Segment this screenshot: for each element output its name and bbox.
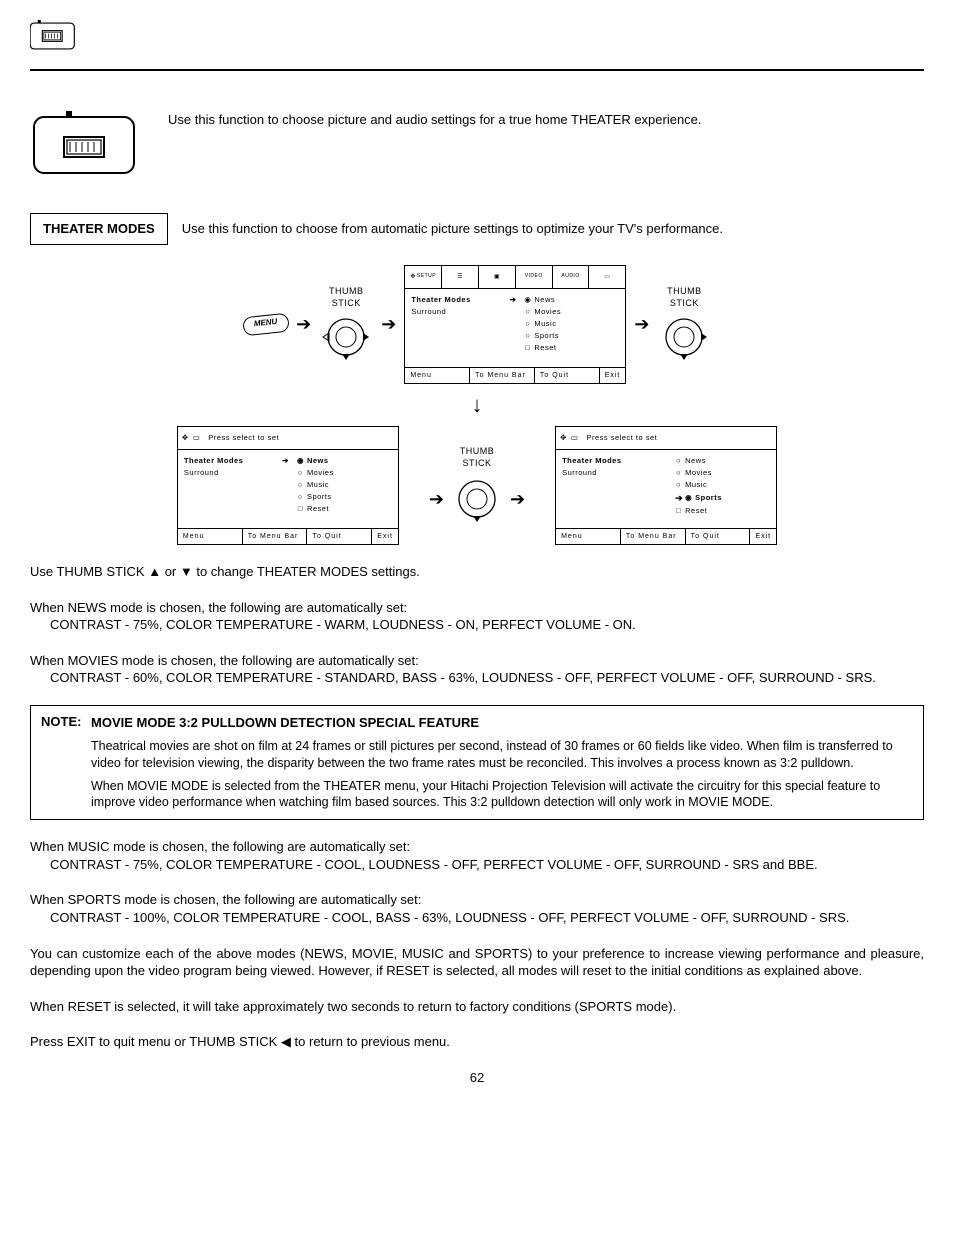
sports-detail: CONTRAST - 100%, COLOR TEMPERATURE - COO… bbox=[30, 909, 924, 927]
osd-topbar: ✥SETUP ☰ ▣ VIDEO AUDIO ▭ bbox=[405, 266, 625, 289]
osd-opt-reset: □Reset bbox=[524, 343, 621, 353]
osd-opt-sports: ○Sports bbox=[524, 331, 621, 341]
music-detail: CONTRAST - 75%, COLOR TEMPERATURE - COOL… bbox=[30, 856, 924, 874]
thumb-label: THUMBSTICK bbox=[329, 285, 364, 309]
news-heading: When NEWS mode is chosen, the following … bbox=[30, 599, 924, 617]
osd-tab-audio: AUDIO bbox=[553, 266, 590, 288]
theater-modes-row: THEATER MODES Use this function to choos… bbox=[30, 213, 924, 245]
reset-text: When RESET is selected, it will take app… bbox=[30, 998, 924, 1016]
osd-tab-icon: ☰ bbox=[442, 266, 479, 288]
theater-intro-text: Use this function to choose picture and … bbox=[168, 111, 702, 129]
note-tag: NOTE: bbox=[41, 713, 81, 731]
thumbstick-icon bbox=[450, 472, 504, 526]
movies-heading: When MOVIES mode is chosen, the followin… bbox=[30, 652, 924, 670]
intro-row: Use this function to choose picture and … bbox=[30, 111, 924, 186]
osd-panel-main: ✥SETUP ☰ ▣ VIDEO AUDIO ▭ Theater Modes➔ … bbox=[404, 265, 626, 384]
osd-header-text: Press select to set bbox=[586, 433, 657, 443]
osd-opt-music: ○Music bbox=[524, 319, 621, 329]
osd-footer: Menu To Menu Bar To Quit Exit bbox=[556, 528, 776, 544]
movies-detail: CONTRAST - 60%, COLOR TEMPERATURE - STAN… bbox=[30, 669, 924, 687]
nav-icon: ✥ bbox=[182, 433, 189, 443]
osd-tab-theater-icon: ▭ bbox=[589, 266, 625, 288]
nav-icon: ✥ bbox=[560, 433, 567, 443]
news-mode-block: When NEWS mode is chosen, the following … bbox=[30, 599, 924, 634]
osd-opt-news: ◉News bbox=[297, 456, 394, 466]
thumb-label: THUMBSTICK bbox=[667, 285, 702, 309]
osd-tab-icon: ▣ bbox=[479, 266, 516, 288]
osd-item-surround: Surround bbox=[411, 307, 516, 317]
osd-opt-news: ○News bbox=[675, 456, 772, 466]
osd-item-theater: Theater Modes➔ bbox=[411, 295, 516, 305]
news-detail: CONTRAST - 75%, COLOR TEMPERATURE - WARM… bbox=[30, 616, 924, 634]
navigation-diagram: MENU ➔ THUMBSTICK ➔ ✥SETUP ☰ ▣ VIDEO AUD… bbox=[30, 265, 924, 546]
osd-opt-reset: □Reset bbox=[297, 504, 394, 514]
note-title: MOVIE MODE 3:2 PULLDOWN DETECTION SPECIA… bbox=[91, 715, 479, 730]
customize-text: You can customize each of the above mode… bbox=[30, 945, 924, 980]
osd-footer: Menu To Menu Bar To Quit Exit bbox=[405, 367, 625, 383]
osd-tab-video: VIDEO bbox=[516, 266, 553, 288]
theater-icon: ▭ bbox=[571, 433, 579, 443]
arrow-down-icon: ↓ bbox=[30, 390, 924, 420]
note-paragraph-2: When MOVIE MODE is selected from the THE… bbox=[91, 778, 911, 812]
note-paragraph-1: Theatrical movies are shot on film at 24… bbox=[91, 738, 911, 772]
osd-tab-setup: ✥SETUP bbox=[405, 266, 442, 288]
note-box: NOTE: MOVIE MODE 3:2 PULLDOWN DETECTION … bbox=[30, 705, 924, 820]
use-thumbstick-text: Use THUMB STICK ▲ or ▼ to change THEATER… bbox=[30, 563, 924, 581]
osd-opt-sports: ○Sports bbox=[297, 492, 394, 502]
osd-opt-reset: □Reset bbox=[675, 506, 772, 516]
music-mode-block: When MUSIC mode is chosen, the following… bbox=[30, 838, 924, 873]
thumb-label: THUMBSTICK bbox=[460, 445, 495, 469]
theater-icon: ▭ bbox=[193, 433, 201, 443]
theater-modes-desc: Use this function to choose from automat… bbox=[182, 220, 723, 238]
osd-opt-movies: ○Movies bbox=[675, 468, 772, 478]
osd-opt-music: ○Music bbox=[297, 480, 394, 490]
osd-panel-news: ✥ ▭ Press select to set Theater Modes➔ S… bbox=[177, 426, 399, 545]
osd-opt-music: ○Music bbox=[675, 480, 772, 490]
osd-panel-sports: ✥ ▭ Press select to set Theater Modes Su… bbox=[555, 426, 777, 545]
sports-mode-block: When SPORTS mode is chosen, the followin… bbox=[30, 891, 924, 926]
osd-item-surround: Surround bbox=[562, 468, 667, 478]
page-corner-icon bbox=[30, 20, 76, 57]
osd-item-surround: Surround bbox=[184, 468, 289, 478]
sports-heading: When SPORTS mode is chosen, the followin… bbox=[30, 891, 924, 909]
music-heading: When MUSIC mode is chosen, the following… bbox=[30, 838, 924, 856]
osd-opt-news: ◉News bbox=[524, 295, 621, 305]
osd-opt-movies: ○Movies bbox=[297, 468, 394, 478]
osd-item-theater: Theater Modes➔ bbox=[184, 456, 289, 466]
osd-opt-movies: ○Movies bbox=[524, 307, 621, 317]
osd-header-text: Press select to set bbox=[208, 433, 279, 443]
menu-button-icon: MENU bbox=[242, 313, 289, 336]
exit-text: Press EXIT to quit menu or THUMB STICK ◀… bbox=[30, 1033, 924, 1051]
thumbstick-icon bbox=[657, 310, 711, 364]
theater-section-icon bbox=[30, 111, 140, 186]
osd-footer: Menu To Menu Bar To Quit Exit bbox=[178, 528, 398, 544]
page-number: 62 bbox=[30, 1069, 924, 1087]
header-bar bbox=[30, 20, 924, 71]
osd-opt-sports: ➔◉Sports bbox=[675, 492, 772, 504]
theater-modes-label: THEATER MODES bbox=[30, 213, 168, 245]
movies-mode-block: When MOVIES mode is chosen, the followin… bbox=[30, 652, 924, 687]
thumbstick-icon bbox=[319, 310, 373, 364]
osd-item-theater: Theater Modes bbox=[562, 456, 667, 466]
